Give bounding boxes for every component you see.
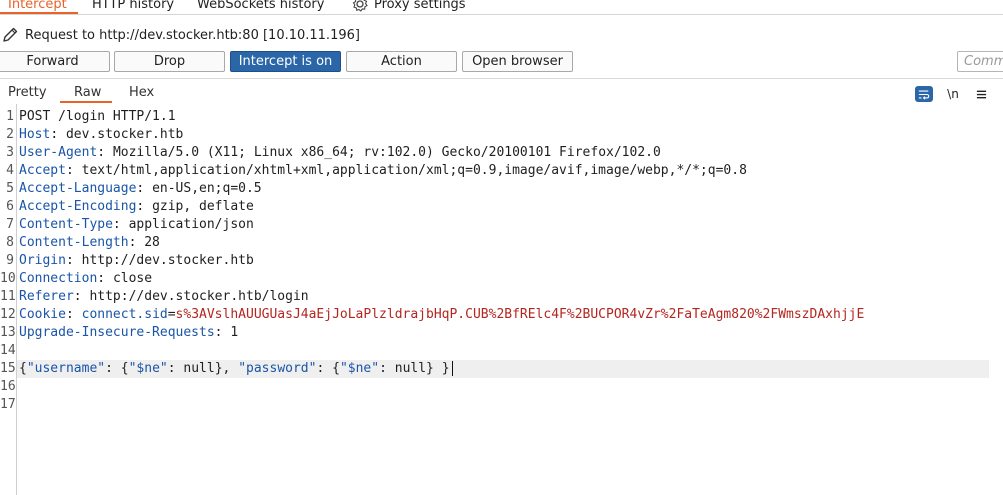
open-browser-button[interactable]: Open browser [462, 51, 573, 72]
line-number: 10 [0, 271, 16, 286]
header-line: Host: dev.stocker.htb [19, 127, 184, 142]
line-number: 16 [0, 379, 16, 394]
header-line: Referer: http://dev.stocker.htb/login [19, 289, 309, 304]
tab-pretty[interactable]: Pretty [8, 85, 47, 100]
wrap-icon[interactable] [915, 86, 933, 102]
json-body-line: {"username": {"$ne": null}, "password": … [19, 360, 453, 378]
line-number: 11 [0, 289, 16, 304]
header-value: text/html,application/xhtml+xml,applicat… [81, 163, 747, 178]
text-caret [451, 361, 453, 376]
header-value: application/json [128, 217, 254, 232]
cookie-value: s%3AVslhAUUGUasJ4aEjJoLaPlzldrajbHqP.CUB… [175, 307, 865, 322]
line-number: 7 [6, 217, 14, 232]
active-subtab-underline [60, 101, 112, 103]
intercept-toggle-button[interactable]: Intercept is on [230, 51, 341, 72]
message-view-tabs: Pretty Raw Hex \n [0, 84, 1003, 104]
header-value: http://dev.stocker.htb [81, 253, 254, 268]
header-value: 28 [144, 235, 160, 250]
header-line: Content-Length: 28 [19, 235, 160, 250]
header-value: Mozilla/5.0 (X11; Linux x86_64; rv:102.0… [112, 145, 661, 160]
active-tab-underline [0, 12, 78, 14]
newline-icon[interactable]: \n [944, 86, 962, 102]
toolbar-divider [0, 78, 1003, 79]
line-number: 9 [6, 253, 14, 268]
tab-hex[interactable]: Hex [129, 85, 154, 100]
header-value: close [112, 271, 153, 286]
line-number: 3 [6, 145, 14, 160]
header-name: Cookie [19, 307, 66, 322]
tab-http-history[interactable]: HTTP history [92, 0, 174, 14]
line-number: 8 [6, 235, 14, 250]
raw-request-editor[interactable]: 1 POST /login HTTP/1.1 2 Host: dev.stocker… [0, 108, 1003, 495]
request-method-line: POST /login HTTP/1.1 [19, 109, 176, 124]
header-name: Connection [19, 271, 98, 286]
line-number: 5 [6, 181, 14, 196]
line-number: 1 [6, 109, 14, 124]
header-line: Content-Type: application/json [19, 217, 254, 232]
line-number: 13 [0, 325, 16, 340]
header-name: Content-Length [19, 235, 129, 250]
header-value: http://dev.stocker.htb/login [89, 289, 309, 304]
gear-icon[interactable] [351, 0, 369, 13]
header-line: Accept: text/html,application/xhtml+xml,… [19, 163, 747, 178]
header-line: Accept-Encoding: gzip, deflate [19, 199, 254, 214]
pencil-icon [3, 27, 18, 42]
header-name: Host [19, 127, 51, 142]
menu-icon[interactable] [972, 86, 990, 102]
json-operator: "$ne" [339, 361, 380, 376]
cookie-line: Cookie: connect.sid=s%3AVslhAUUGUasJ4aEj… [19, 307, 865, 322]
header-name: Referer [19, 289, 74, 304]
line-number: 2 [6, 127, 14, 142]
line-number: 15 [0, 361, 16, 376]
tab-websockets-history[interactable]: WebSockets history [197, 0, 324, 14]
tab-raw[interactable]: Raw [74, 85, 101, 100]
line-number: 6 [6, 199, 14, 214]
header-value: en-US,en;q=0.5 [152, 181, 262, 196]
proxy-tab-bar: Intercept HTTP history WebSockets histor… [0, 0, 1003, 15]
header-line: Origin: http://dev.stocker.htb [19, 253, 254, 268]
header-line: Upgrade-Insecure-Requests: 1 [19, 325, 239, 340]
header-name: Content-Type [19, 217, 113, 232]
line-number: 12 [0, 307, 16, 322]
line-number: 4 [6, 163, 14, 178]
proxy-settings-link[interactable]: Proxy settings [374, 0, 466, 14]
header-value: 1 [230, 325, 239, 340]
json-key: "password" [238, 361, 317, 376]
header-line: Connection: close [19, 271, 153, 286]
cookie-name: connect.sid [81, 307, 168, 322]
header-name: User-Agent [19, 145, 98, 160]
line-number: 14 [0, 343, 16, 358]
header-name: Accept [19, 163, 66, 178]
header-name: Upgrade-Insecure-Requests [19, 325, 215, 340]
forward-button[interactable]: Forward [0, 51, 110, 72]
header-name: Accept-Language [19, 181, 137, 196]
drop-button[interactable]: Drop [114, 51, 225, 72]
header-value: dev.stocker.htb [65, 127, 184, 142]
request-target: Request to http://dev.stocker.htb:80 [10… [0, 24, 360, 46]
header-name: Accept-Encoding [19, 199, 137, 214]
action-button[interactable]: Action [346, 51, 457, 72]
json-operator: "$ne" [128, 361, 168, 376]
header-value: gzip, deflate [152, 199, 254, 214]
json-key: "username" [26, 361, 106, 376]
header-name: Origin [19, 253, 66, 268]
line-number: 17 [0, 397, 16, 412]
request-target-text: Request to http://dev.stocker.htb:80 [10… [25, 27, 360, 43]
header-line: Accept-Language: en-US,en;q=0.5 [19, 181, 262, 196]
comment-input[interactable]: Comment [957, 51, 1003, 72]
header-line: User-Agent: Mozilla/5.0 (X11; Linux x86_… [19, 145, 661, 160]
